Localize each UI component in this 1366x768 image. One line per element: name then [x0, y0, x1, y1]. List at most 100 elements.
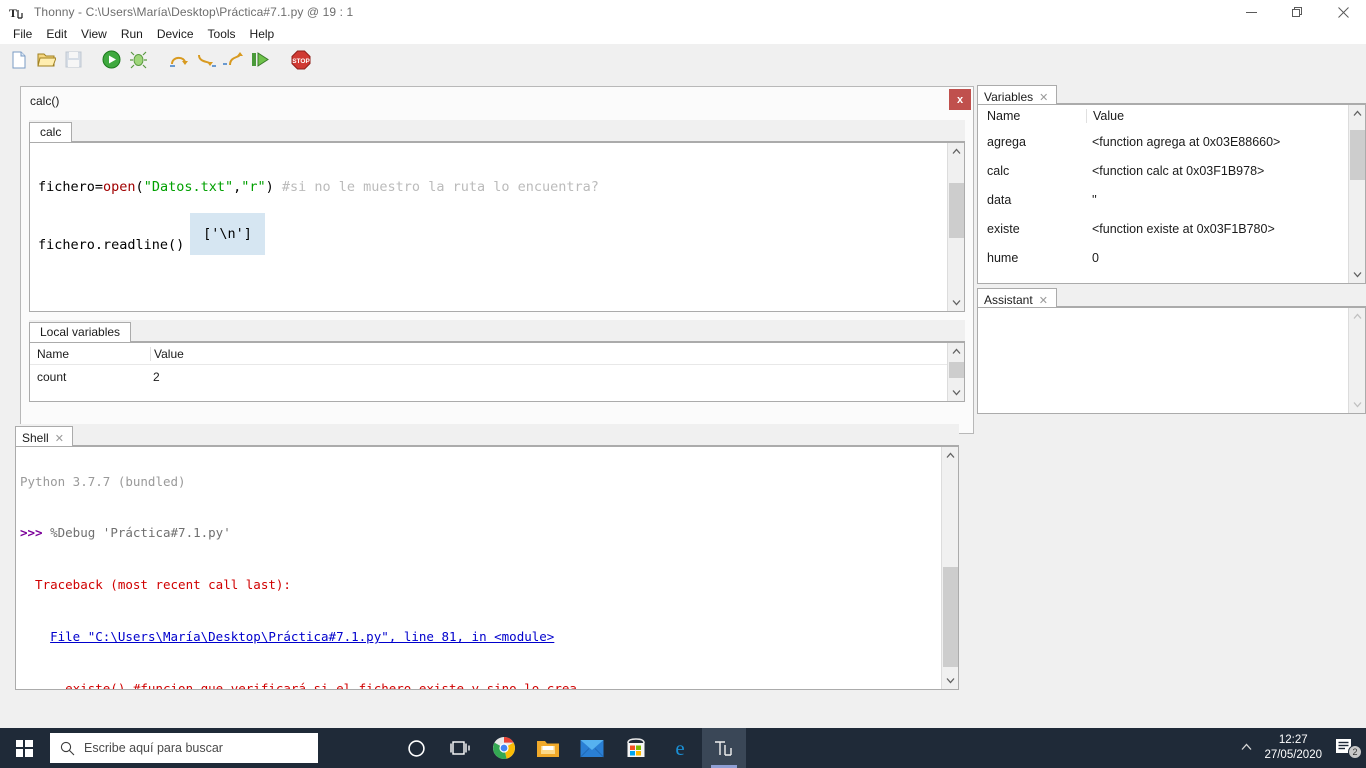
scroll-down-icon[interactable]: [1349, 266, 1365, 283]
variable-name: calc: [987, 163, 1010, 178]
close-button[interactable]: [1320, 0, 1366, 24]
start-button[interactable]: [0, 728, 48, 768]
microsoft-store-icon[interactable]: [614, 728, 658, 768]
tab-local-variables[interactable]: Local variables: [29, 322, 132, 343]
resume-icon[interactable]: [249, 49, 271, 71]
code-content: fichero=open("Datos.txt","r") #si no le …: [30, 143, 944, 311]
code-editor[interactable]: fichero=open("Datos.txt","r") #si no le …: [29, 142, 965, 312]
debug-frame-tabstrip: calc: [29, 120, 965, 143]
menu-help[interactable]: Help: [243, 24, 282, 44]
task-view-icon[interactable]: [438, 728, 482, 768]
variable-value: 0: [1092, 250, 1099, 265]
windows-taskbar: Escribe aquí para buscar e 12:27 27/05/2…: [0, 728, 1366, 768]
file-explorer-icon[interactable]: [526, 728, 570, 768]
menu-tools[interactable]: Tools: [201, 24, 243, 44]
local-variables-scrollbar[interactable]: [947, 343, 964, 401]
step-into-icon[interactable]: [195, 49, 217, 71]
svg-text:e: e: [675, 736, 684, 760]
open-file-icon[interactable]: [35, 49, 57, 71]
new-file-icon[interactable]: [8, 49, 30, 71]
table-row[interactable]: calc <function calc at 0x03F1B978>: [978, 156, 1365, 185]
code-vertical-scrollbar[interactable]: [947, 143, 964, 311]
title-bar: T Thonny - C:\Users\María\Desktop\Prácti…: [0, 0, 1366, 24]
scrollbar-thumb[interactable]: [1350, 130, 1365, 180]
assistant-content: [978, 308, 1365, 316]
tab-assistant[interactable]: Assistant ✕: [977, 288, 1057, 309]
column-header-value: Value: [1086, 109, 1365, 123]
menu-view[interactable]: View: [74, 24, 114, 44]
assistant-panel[interactable]: [977, 307, 1366, 414]
scroll-down-icon[interactable]: [1349, 396, 1365, 413]
table-row[interactable]: count 2: [30, 365, 964, 389]
menu-device[interactable]: Device: [150, 24, 201, 44]
column-header-value: Value: [150, 346, 964, 361]
scroll-up-icon[interactable]: [1349, 308, 1365, 325]
ide-body: calc() x calc fichero=open("Datos.txt","…: [0, 75, 1366, 728]
table-row[interactable]: existe <function existe at 0x03F1B780>: [978, 214, 1365, 243]
step-over-icon[interactable]: [168, 49, 190, 71]
restore-button[interactable]: [1274, 0, 1320, 24]
notification-center-button[interactable]: 2: [1334, 736, 1366, 761]
search-icon: [60, 741, 75, 755]
close-icon[interactable]: ✕: [1039, 294, 1048, 307]
tray-expand-icon[interactable]: [1229, 742, 1264, 754]
scroll-down-icon[interactable]: [948, 294, 964, 311]
shell-line: File "C:\Users\María\Desktop\Práctica#7.…: [50, 629, 555, 645]
scrollbar-thumb[interactable]: [943, 567, 958, 667]
menu-edit[interactable]: Edit: [39, 24, 74, 44]
table-row[interactable]: agrega <function agrega at 0x03E88660>: [978, 127, 1365, 156]
variables-tabstrip: Variables ✕: [977, 83, 1366, 106]
toolbar: STOP: [0, 44, 1366, 75]
assistant-scrollbar[interactable]: [1348, 308, 1365, 413]
mail-icon[interactable]: [570, 728, 614, 768]
variable-value: <function existe at 0x03F1B780>: [1092, 221, 1275, 236]
value-tooltip: ['\n']: [190, 213, 265, 255]
thonny-taskbar-icon[interactable]: [702, 728, 746, 768]
scroll-down-icon[interactable]: [942, 672, 958, 689]
scroll-up-icon[interactable]: [942, 447, 958, 464]
local-var-name: count: [37, 370, 67, 384]
debug-window-title: calc(): [30, 93, 60, 108]
run-icon[interactable]: [100, 49, 122, 71]
variable-value: <function agrega at 0x03E88660>: [1092, 134, 1281, 149]
column-header-name: Name: [37, 346, 70, 361]
scroll-up-icon[interactable]: [948, 143, 964, 160]
stop-icon[interactable]: STOP: [290, 49, 312, 71]
close-icon[interactable]: ✕: [55, 432, 64, 445]
close-icon[interactable]: ✕: [1039, 91, 1048, 104]
shell-output-panel[interactable]: Python 3.7.7 (bundled) >>> %Debug 'Práct…: [15, 446, 959, 690]
local-var-value: 2: [153, 370, 160, 384]
variable-name: hume: [987, 250, 1019, 265]
table-row[interactable]: hume 0: [978, 243, 1365, 272]
menu-file[interactable]: File: [6, 24, 39, 44]
taskbar-clock[interactable]: 12:27 27/05/2020: [1264, 733, 1334, 763]
variables-scrollbar[interactable]: [1348, 105, 1365, 283]
scroll-up-icon[interactable]: [1349, 105, 1365, 122]
shell-line: >>> %Debug 'Práctica#7.1.py': [20, 525, 231, 541]
scrollbar-thumb[interactable]: [949, 183, 964, 238]
taskbar-search-input[interactable]: Escribe aquí para buscar: [50, 733, 318, 763]
local-variables-tabstrip: Local variables: [29, 320, 965, 343]
svg-text:STOP: STOP: [292, 58, 310, 65]
tab-variables[interactable]: Variables ✕: [977, 85, 1058, 106]
tab-calc[interactable]: calc: [29, 122, 73, 143]
tab-assistant-label: Assistant: [984, 293, 1033, 307]
code-line: fichero=open("Datos.txt","r") #si no le …: [38, 178, 599, 195]
edge-icon[interactable]: e: [658, 728, 702, 768]
scrollbar-thumb[interactable]: [949, 362, 964, 378]
menu-run[interactable]: Run: [114, 24, 150, 44]
cortana-icon[interactable]: [394, 728, 438, 768]
variable-value: '': [1092, 192, 1097, 207]
minimize-button[interactable]: [1228, 0, 1274, 24]
tab-shell[interactable]: Shell ✕: [15, 426, 73, 447]
save-file-icon[interactable]: [62, 49, 84, 71]
debug-icon[interactable]: [127, 49, 149, 71]
table-row[interactable]: data '': [978, 185, 1365, 214]
scroll-up-icon[interactable]: [948, 343, 964, 360]
chrome-icon[interactable]: [482, 728, 526, 768]
scroll-down-icon[interactable]: [948, 384, 964, 401]
shell-vertical-scrollbar[interactable]: [941, 447, 958, 689]
step-out-icon[interactable]: [222, 49, 244, 71]
debug-window-close-button[interactable]: x: [949, 89, 971, 110]
